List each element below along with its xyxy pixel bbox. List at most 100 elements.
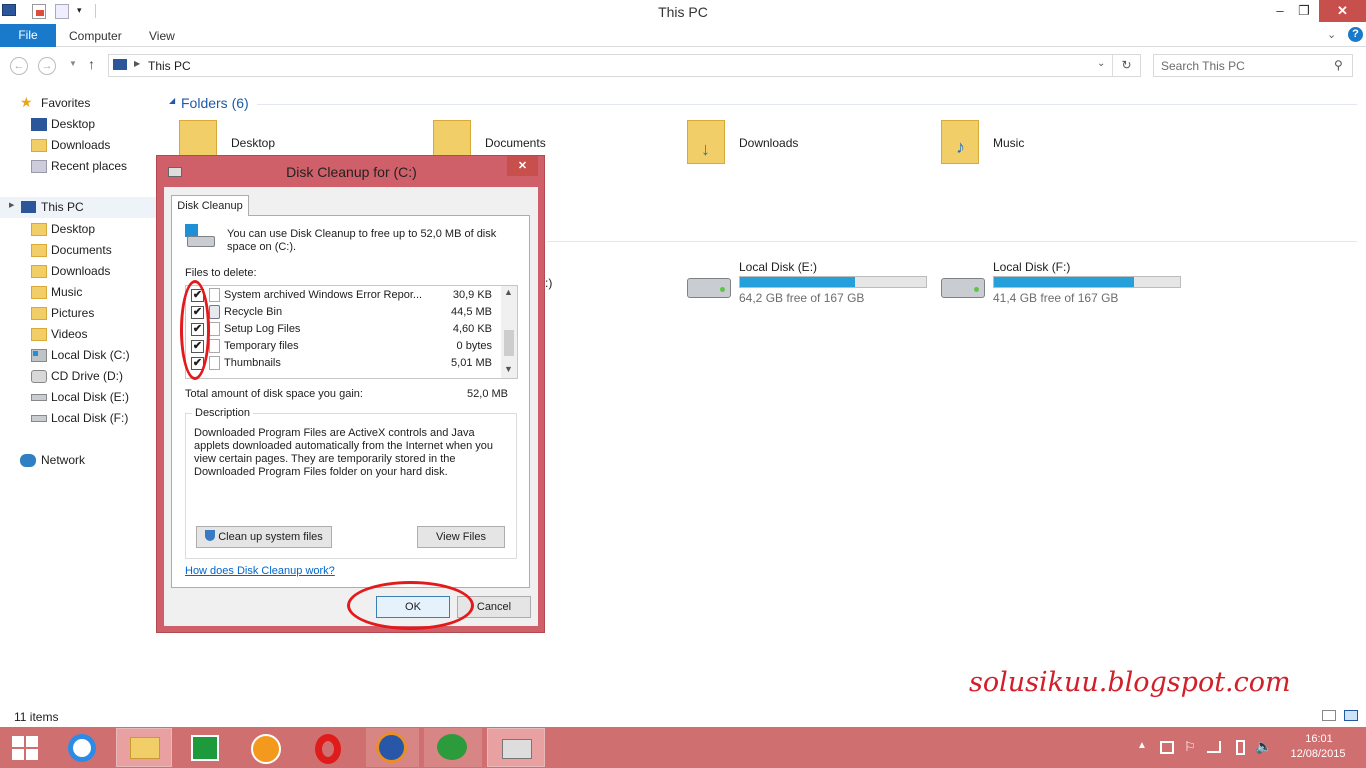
search-input[interactable]: Search This PC ⚲ <box>1153 54 1353 77</box>
description-label: Description <box>192 407 254 419</box>
hard-drive-icon <box>941 278 985 298</box>
battery-icon[interactable] <box>1236 740 1245 755</box>
nav-music[interactable]: Music <box>0 282 157 303</box>
dialog-close-button[interactable]: ✕ <box>507 156 538 176</box>
list-item[interactable]: ✔ Setup Log Files 4,60 KB <box>186 321 502 338</box>
drive-e-usage-fill <box>740 277 856 287</box>
nav-network[interactable]: Network <box>0 450 157 471</box>
show-hidden-icons-icon[interactable]: ▲ <box>1137 740 1147 751</box>
expand-icon[interactable]: ▶ <box>9 201 14 209</box>
total-label: Total amount of disk space you gain: <box>185 388 363 400</box>
folder-downloads[interactable]: ↓ Downloads <box>687 120 927 168</box>
nav-pictures[interactable]: Pictures <box>0 303 157 324</box>
back-icon[interactable]: ← <box>10 57 28 75</box>
address-dropdown-icon[interactable]: ⌄ <box>1097 58 1105 69</box>
intro-text: You can use Disk Cleanup to free up to 5… <box>227 228 497 253</box>
ribbon-expand-icon[interactable]: ⌄ <box>1327 28 1336 41</box>
maximize-button[interactable]: ❐ <box>1292 0 1316 22</box>
file-explorer-icon[interactable] <box>116 728 172 767</box>
scroll-up-icon[interactable]: ▲ <box>504 287 513 297</box>
disk-cleanup-taskbar-icon[interactable] <box>487 728 545 767</box>
nav-desktop[interactable]: Desktop <box>0 219 157 240</box>
help-icon[interactable]: ? <box>1348 27 1363 42</box>
this-pc-icon <box>21 201 36 213</box>
partial-drive-label: :) <box>545 276 553 290</box>
drive-e-usage-bar <box>739 276 927 288</box>
minimize-button[interactable]: – <box>1268 0 1292 22</box>
desktop-folder-icon <box>31 223 47 236</box>
clock-time[interactable]: 16:01 <box>1290 733 1348 745</box>
list-scrollbar[interactable]: ▲ ▼ <box>501 286 517 378</box>
nav-downloads[interactable]: Downloads <box>0 261 157 282</box>
tab-computer[interactable]: Computer <box>69 29 122 43</box>
tab-disk-cleanup[interactable]: Disk Cleanup <box>171 195 249 216</box>
up-icon[interactable]: ↑ <box>88 56 95 72</box>
internet-explorer-icon[interactable] <box>60 731 104 765</box>
view-files-button[interactable]: View Files <box>417 526 505 548</box>
start-button[interactable] <box>12 736 38 760</box>
list-item[interactable]: ✔ Temporary files 0 bytes <box>186 338 502 355</box>
nav-local-disk-c[interactable]: Local Disk (C:) <box>0 345 157 366</box>
network-icon <box>20 454 36 467</box>
music-folder-icon: ♪ <box>941 120 979 164</box>
search-icon[interactable]: ⚲ <box>1334 58 1343 72</box>
scroll-down-icon[interactable]: ▼ <box>504 364 513 374</box>
music-folder-icon <box>31 286 47 299</box>
media-player-icon[interactable] <box>245 731 289 765</box>
list-item[interactable]: ✔ Thumbnails 5,01 MB <box>186 355 502 372</box>
refresh-icon[interactable]: ↻ <box>1112 55 1140 76</box>
clock-date[interactable]: 12/08/2015 <box>1285 748 1351 760</box>
tab-file[interactable]: File <box>0 24 56 47</box>
nav-favorites[interactable]: ★ Favorites <box>0 93 157 114</box>
nav-videos[interactable]: Videos <box>0 324 157 345</box>
opera-icon[interactable] <box>307 731 351 765</box>
collapse-group-icon[interactable]: ◢ <box>169 96 175 105</box>
drive-f[interactable]: Local Disk (F:) 41,4 GB free of 167 GB <box>939 260 1189 308</box>
documents-folder-icon <box>31 244 47 257</box>
tab-view[interactable]: View <box>149 29 175 43</box>
store-icon[interactable] <box>183 731 227 765</box>
nav-cd-drive-d[interactable]: CD Drive (D:) <box>0 366 157 387</box>
clean-up-system-files-button[interactable]: Clean up system files <box>196 526 332 548</box>
drive-f-usage-fill <box>994 277 1134 287</box>
nav-local-disk-e[interactable]: Local Disk (E:) <box>0 387 157 408</box>
windows-flag-icon[interactable] <box>1160 741 1174 754</box>
folders-group-header[interactable]: Folders (6) <box>181 95 249 111</box>
hard-drive-icon <box>687 278 731 298</box>
network-signal-icon[interactable] <box>1207 741 1221 753</box>
volume-icon[interactable]: 🔈 <box>1255 738 1272 755</box>
dialog-body: Disk Cleanup You can use Disk Cleanup to… <box>164 187 538 626</box>
ok-highlight-ring <box>347 581 474 630</box>
address-area: ← → ▼ ↑ ▶ This PC ⌄ ↻ Search This PC ⚲ <box>0 47 1366 85</box>
forward-icon[interactable]: → <box>38 57 56 75</box>
nav-documents[interactable]: Documents <box>0 240 157 261</box>
help-link[interactable]: How does Disk Cleanup work? <box>185 565 335 577</box>
close-button[interactable]: ✕ <box>1319 0 1366 22</box>
file-type-icon <box>209 356 220 370</box>
scroll-thumb[interactable] <box>504 330 514 356</box>
nav-this-pc[interactable]: ▶ This PC <box>0 197 157 218</box>
large-icons-view-icon[interactable] <box>1344 710 1358 721</box>
recent-places-icon <box>31 160 47 173</box>
star-icon: ★ <box>20 94 33 110</box>
action-center-icon[interactable]: ⚐ <box>1184 739 1196 755</box>
hard-drive-icon <box>31 394 47 401</box>
nav-recent-places[interactable]: Recent places <box>0 156 157 177</box>
folder-music[interactable]: ♪ Music <box>941 120 1181 168</box>
drive-e[interactable]: Local Disk (E:) 64,2 GB free of 167 GB <box>685 260 935 308</box>
this-pc-icon <box>113 59 127 70</box>
breadcrumb[interactable]: This PC <box>148 59 191 73</box>
address-bar[interactable]: ▶ This PC ⌄ ↻ <box>108 54 1141 77</box>
list-item[interactable]: ✔ System archived Windows Error Repor...… <box>186 287 502 304</box>
firefox-icon[interactable] <box>366 728 419 767</box>
nav-fav-downloads[interactable]: Downloads <box>0 135 157 156</box>
downloads-folder-icon: ↓ <box>687 120 725 164</box>
breadcrumb-chevron-icon[interactable]: ▶ <box>134 59 140 68</box>
recent-locations-icon[interactable]: ▼ <box>69 59 77 68</box>
details-view-icon[interactable] <box>1322 710 1336 721</box>
nav-local-disk-f[interactable]: Local Disk (F:) <box>0 408 157 429</box>
download-manager-icon[interactable] <box>424 728 482 767</box>
nav-fav-desktop[interactable]: Desktop <box>0 114 157 135</box>
system-drive-icon <box>31 349 47 362</box>
list-item[interactable]: ✔ Recycle Bin 44,5 MB <box>186 304 502 321</box>
